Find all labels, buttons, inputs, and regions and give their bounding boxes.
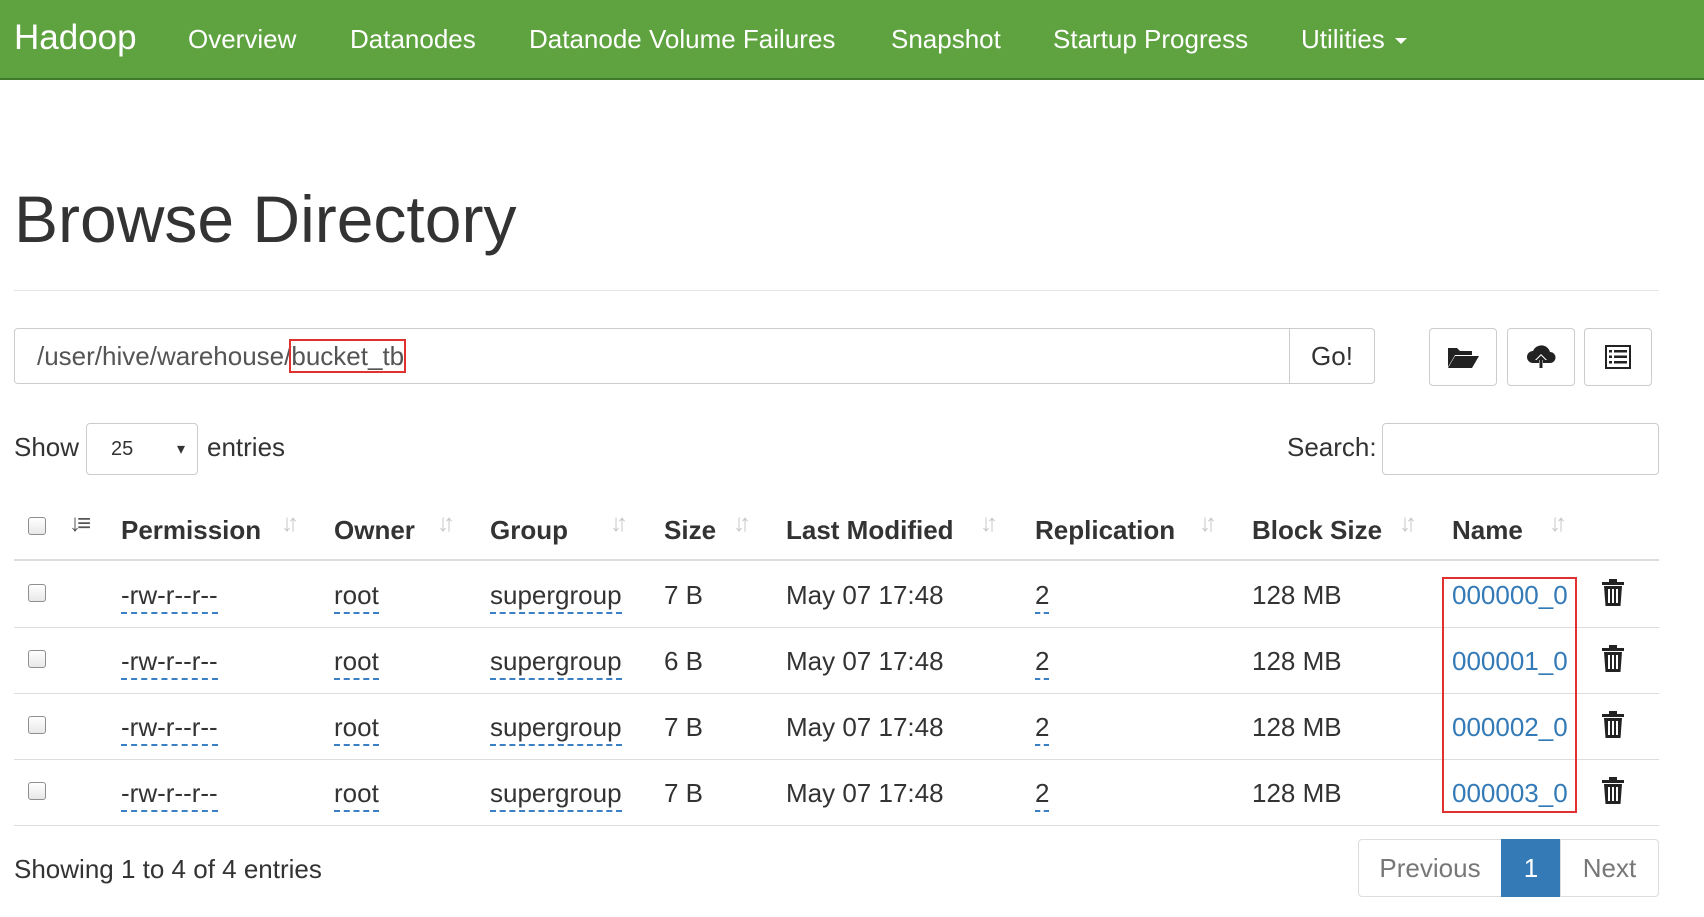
sort-icon[interactable]: ↓↑ [1549, 510, 1567, 538]
cell-replication[interactable]: 2 [1035, 712, 1050, 746]
select-all-checkbox[interactable] [28, 517, 46, 535]
page-title: Browse Directory [14, 182, 517, 256]
cell-last-modified: May 07 17:48 [786, 778, 944, 808]
entries-selected-value: 25 [111, 438, 134, 460]
cell-block-size: 128 MB [1252, 778, 1342, 808]
cell-block-size: 128 MB [1252, 646, 1342, 676]
top-navbar: Hadoop Overview Datanodes Datanode Volum… [0, 0, 1704, 80]
cell-last-modified: May 07 17:48 [786, 712, 944, 742]
row-divider [14, 627, 1659, 628]
sort-icon[interactable]: ↓↑ [733, 510, 751, 538]
pagination-previous[interactable]: Previous [1358, 839, 1502, 897]
table-info: Showing 1 to 4 of 4 entries [14, 854, 322, 884]
entries-label: entries [207, 432, 286, 462]
row-checkbox[interactable] [28, 782, 46, 800]
cell-group[interactable]: supergroup [490, 646, 622, 680]
cell-block-size: 128 MB [1252, 712, 1342, 742]
title-divider [14, 290, 1659, 291]
pagination-page-1[interactable]: 1 [1501, 839, 1561, 897]
row-divider [14, 693, 1659, 694]
header-size[interactable]: Size [664, 515, 716, 546]
upload-files-button[interactable] [1507, 328, 1575, 386]
sort-icon[interactable]: ↓↑ [1399, 510, 1417, 538]
cell-permission[interactable]: -rw-r--r-- [121, 712, 218, 746]
sort-icon[interactable]: ↓↑ [980, 510, 998, 538]
cell-group[interactable]: supergroup [490, 580, 622, 614]
nav-startup-progress[interactable]: Startup Progress [1053, 24, 1248, 55]
cell-permission[interactable]: -rw-r--r-- [121, 580, 218, 614]
list-icon [1605, 345, 1631, 369]
sort-icon[interactable]: ↓↑ [437, 510, 455, 538]
search-input[interactable] [1382, 423, 1659, 475]
cell-owner[interactable]: root [334, 778, 379, 812]
cell-owner[interactable]: root [334, 580, 379, 614]
show-label: Show [14, 432, 80, 462]
row-divider [14, 825, 1659, 826]
cell-size: 7 B [664, 778, 704, 808]
header-replication[interactable]: Replication [1035, 515, 1175, 546]
path-prefix: /user/hive/warehouse/ [37, 341, 292, 371]
header-last-modified[interactable]: Last Modified [786, 515, 954, 546]
nav-datanodes[interactable]: Datanodes [350, 24, 476, 55]
cell-replication[interactable]: 2 [1035, 646, 1050, 680]
cell-replication[interactable]: 2 [1035, 778, 1050, 812]
row-divider [14, 759, 1659, 760]
row-checkbox[interactable] [28, 716, 46, 734]
nav-utilities-label: Utilities [1301, 24, 1385, 54]
cell-last-modified: May 07 17:48 [786, 646, 944, 676]
cell-group[interactable]: supergroup [490, 712, 622, 746]
header-name[interactable]: Name [1452, 515, 1523, 546]
trash-icon[interactable] [1601, 777, 1625, 805]
create-directory-button[interactable] [1429, 328, 1497, 386]
sort-icon[interactable]: ↓↑ [610, 510, 628, 538]
cell-last-modified: May 07 17:48 [786, 580, 944, 610]
pagination-next[interactable]: Next [1560, 839, 1659, 897]
trash-icon[interactable] [1601, 579, 1625, 607]
go-button[interactable]: Go! [1289, 328, 1375, 384]
sort-icon[interactable]: ↓↑ [1199, 510, 1217, 538]
nav-snapshot[interactable]: Snapshot [891, 24, 1001, 55]
cell-group[interactable]: supergroup [490, 778, 622, 812]
sort-asc-icon[interactable]: ↓≡ [69, 510, 91, 538]
cell-owner[interactable]: root [334, 646, 379, 680]
cell-block-size: 128 MB [1252, 580, 1342, 610]
nav-overview[interactable]: Overview [188, 24, 296, 55]
path-highlighted-segment: bucket_tb [289, 339, 407, 373]
cell-permission[interactable]: -rw-r--r-- [121, 778, 218, 812]
cut-paste-button[interactable] [1584, 328, 1652, 386]
header-divider [14, 559, 1659, 561]
cell-size: 7 B [664, 580, 704, 610]
sort-icon[interactable]: ↓↑ [281, 510, 299, 538]
search-label: Search: [1287, 432, 1377, 462]
header-block-size[interactable]: Block Size [1252, 515, 1382, 546]
row-checkbox[interactable] [28, 584, 46, 602]
select-arrow-icon: ▾ [176, 441, 185, 458]
cell-owner[interactable]: root [334, 712, 379, 746]
header-group[interactable]: Group [490, 515, 568, 546]
header-owner[interactable]: Owner [334, 515, 415, 546]
name-column-highlight [1442, 577, 1577, 813]
cloud-upload-icon [1527, 345, 1556, 368]
header-permission[interactable]: Permission [121, 515, 261, 546]
brand-logo[interactable]: Hadoop [14, 18, 137, 58]
row-checkbox[interactable] [28, 650, 46, 668]
folder-open-icon [1448, 348, 1479, 368]
trash-icon[interactable] [1601, 645, 1625, 673]
trash-icon[interactable] [1601, 711, 1625, 739]
nav-datanode-volume-failures[interactable]: Datanode Volume Failures [529, 24, 835, 55]
entries-per-page-select[interactable]: 25 ▾ [86, 423, 198, 475]
directory-path-input[interactable]: /user/hive/warehouse/bucket_tb [14, 328, 1290, 384]
cell-size: 7 B [664, 712, 704, 742]
cell-replication[interactable]: 2 [1035, 580, 1050, 614]
cell-permission[interactable]: -rw-r--r-- [121, 646, 218, 680]
cell-size: 6 B [664, 646, 704, 676]
caret-down-icon [1394, 38, 1407, 45]
nav-utilities-dropdown[interactable]: Utilities [1301, 24, 1407, 55]
